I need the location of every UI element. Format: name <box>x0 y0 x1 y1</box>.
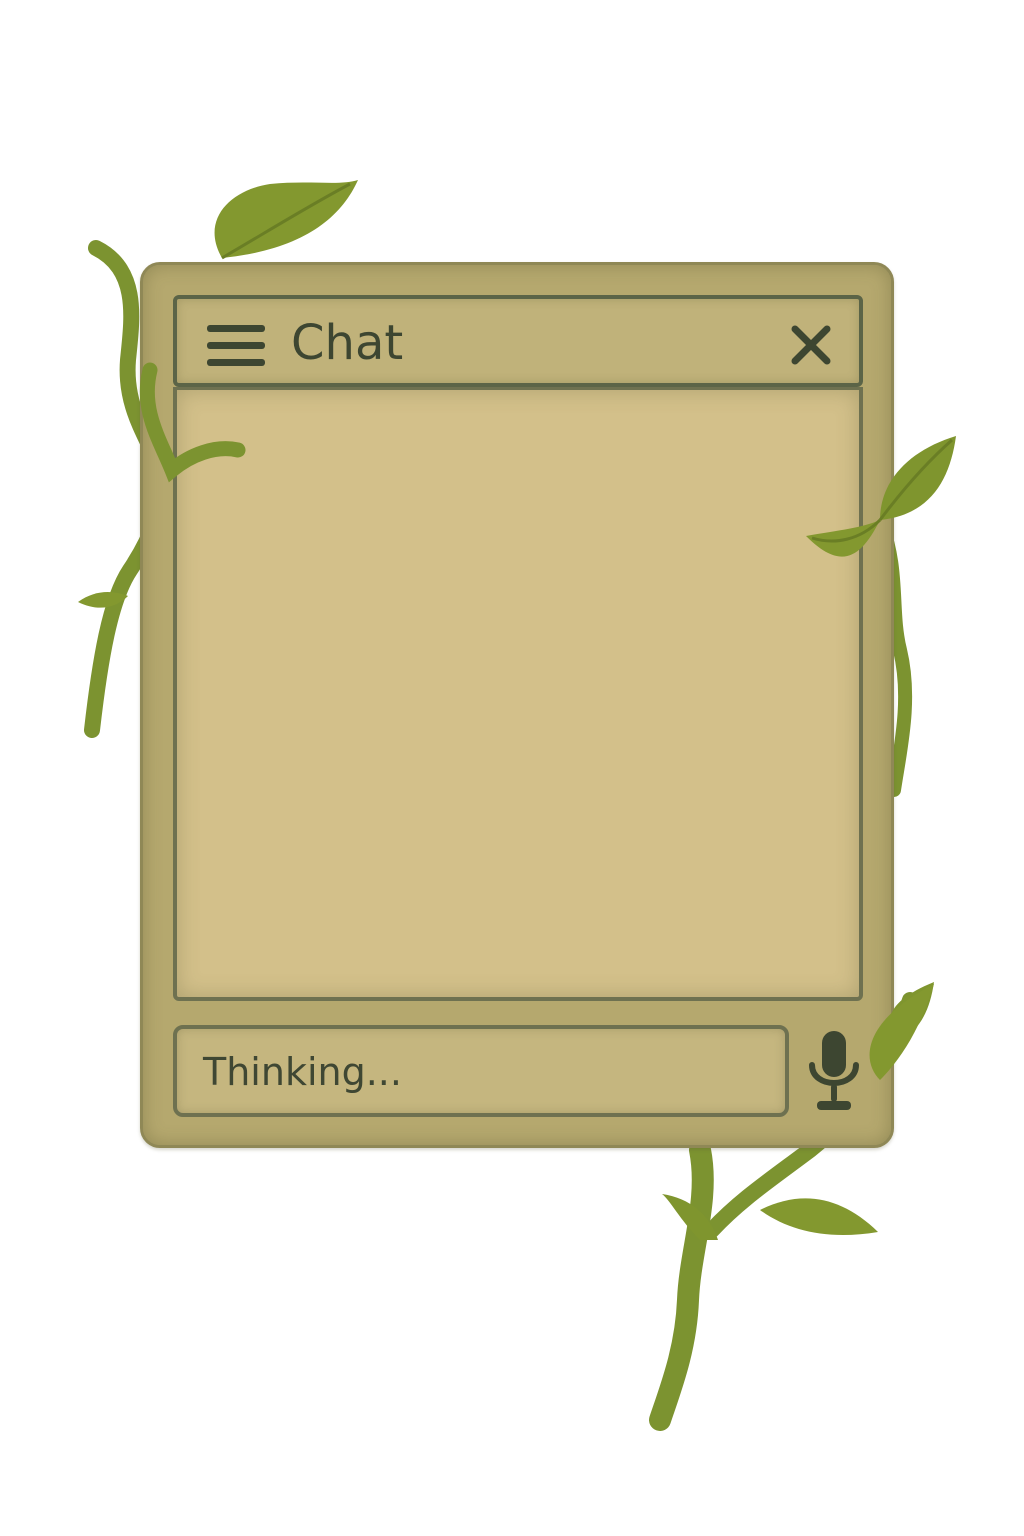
microphone-icon[interactable] <box>807 1027 861 1115</box>
message-input[interactable]: Thinking... <box>173 1025 789 1117</box>
close-icon[interactable] <box>789 323 833 367</box>
window-title: Chat <box>291 315 404 371</box>
chat-window: Chat Thinking... <box>140 262 894 1148</box>
message-area[interactable] <box>173 387 863 1001</box>
title-bar: Chat <box>173 295 863 387</box>
hamburger-menu-icon[interactable] <box>207 325 265 367</box>
input-status-text: Thinking... <box>203 1050 402 1094</box>
